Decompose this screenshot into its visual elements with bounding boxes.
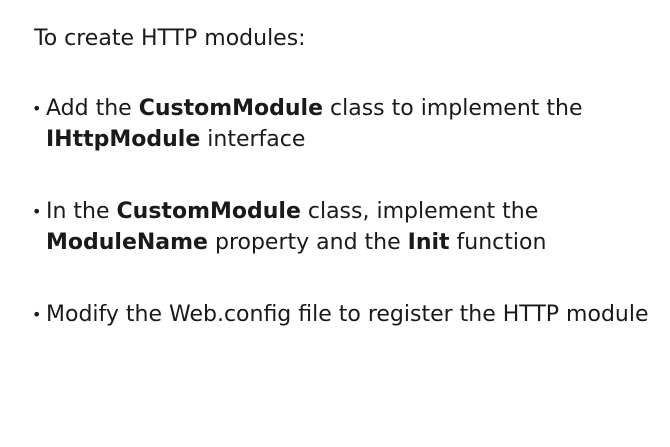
bullet-icon: •	[32, 202, 42, 221]
bullet-list: • Add the CustomModule class to implemen…	[32, 93, 652, 330]
slide: To create HTTP modules: • Add the Custom…	[0, 0, 670, 447]
bullet-text: In the CustomModule class, implement the…	[46, 196, 652, 258]
bold-text-run: Init	[407, 230, 450, 255]
text-run: class, implement the	[300, 199, 539, 224]
text-run: In the	[46, 199, 117, 224]
bullet-text: Add the CustomModule class to implement …	[46, 93, 652, 155]
bold-text-run: CustomModule	[138, 96, 324, 121]
text-run: Add the	[46, 96, 139, 121]
bold-text-run: CustomModule	[116, 199, 301, 224]
bullet-item: • Add the CustomModule class to implemen…	[32, 93, 652, 155]
bold-text-run: IHttpModule	[46, 127, 201, 152]
bullet-icon: •	[32, 99, 42, 118]
text-run: function	[449, 230, 547, 255]
intro-text: To create HTTP modules:	[34, 26, 306, 51]
bullet-item: • In the CustomModule class, implement t…	[32, 196, 652, 258]
bullet-item: • Modify the Web.config file to register…	[32, 299, 652, 330]
text-run: interface	[200, 127, 306, 152]
text-run: property and the	[207, 230, 408, 255]
bold-text-run: ModuleName	[46, 230, 208, 255]
bullet-icon: •	[32, 305, 42, 324]
bullet-text: Modify the Web.config file to register t…	[46, 302, 649, 327]
text-run: class to implement the	[323, 96, 583, 121]
